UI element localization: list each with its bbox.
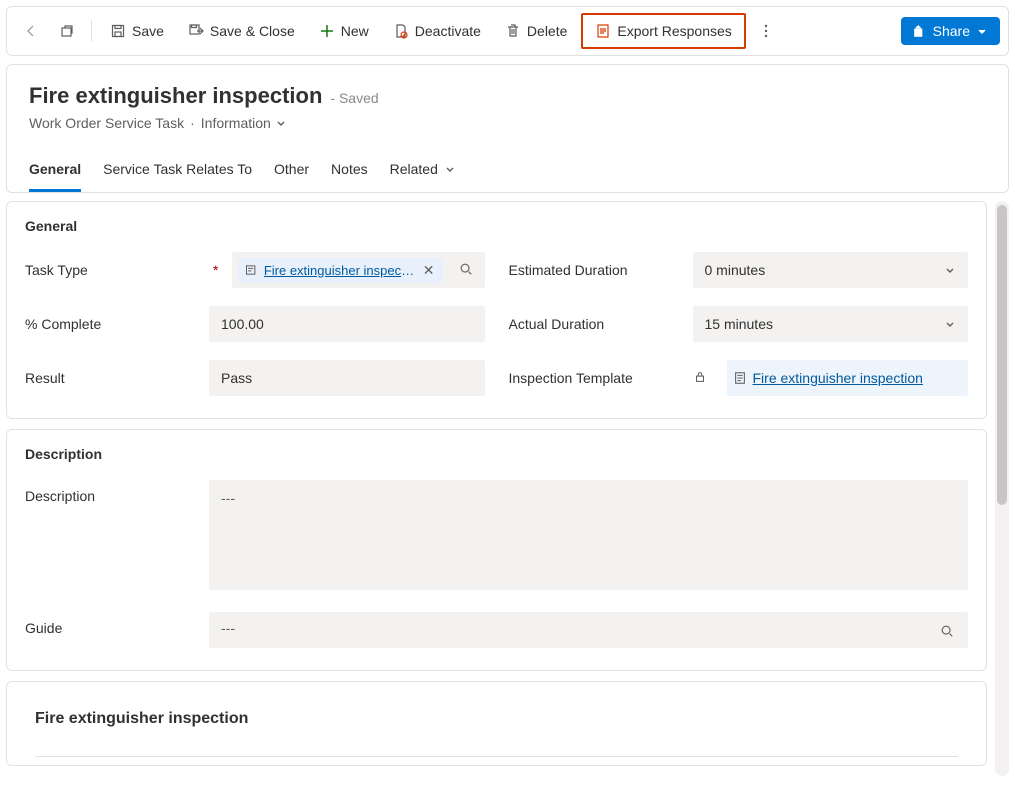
chevron-down-icon: [976, 25, 988, 37]
chevron-down-icon: [944, 318, 956, 330]
guide-field[interactable]: ---: [209, 612, 968, 648]
est-duration-field[interactable]: 0 minutes: [693, 252, 969, 288]
label-est-duration: Estimated Duration: [509, 262, 679, 278]
tab-related[interactable]: Related: [390, 153, 456, 192]
share-icon: [913, 24, 927, 38]
chevron-down-icon: [275, 117, 287, 129]
pdf-icon: [595, 23, 611, 39]
percent-complete-field[interactable]: [209, 306, 485, 342]
section-description: Description Description --- Guide ---: [6, 429, 987, 671]
chevron-down-icon: [444, 163, 456, 175]
inspection-template-lookup[interactable]: Fire extinguisher inspection: [727, 360, 969, 396]
scrollbar-thumb[interactable]: [997, 205, 1007, 505]
tab-notes[interactable]: Notes: [331, 153, 368, 192]
label-percent-complete: % Complete: [25, 316, 195, 332]
deactivate-button[interactable]: Deactivate: [383, 17, 491, 45]
new-button[interactable]: New: [309, 17, 379, 45]
template-icon: [733, 371, 747, 385]
arrow-left-icon: [23, 23, 39, 39]
tab-general[interactable]: General: [29, 153, 81, 192]
popout-button[interactable]: [51, 17, 83, 45]
more-vertical-icon: [758, 23, 774, 39]
page-title: Fire extinguisher inspection: [29, 83, 322, 109]
chevron-down-icon: [944, 264, 956, 276]
actual-duration-field[interactable]: 15 minutes: [693, 306, 969, 342]
entity-icon: [244, 263, 257, 277]
trash-icon: [505, 23, 521, 39]
result-field[interactable]: [209, 360, 485, 396]
deactivate-icon: [393, 23, 409, 39]
search-icon[interactable]: [453, 258, 479, 283]
export-responses-highlight: Export Responses: [581, 13, 745, 49]
divider: [91, 20, 92, 42]
label-description: Description: [25, 480, 195, 504]
delete-button[interactable]: Delete: [495, 17, 577, 45]
search-icon[interactable]: [934, 620, 960, 645]
entity-name: Work Order Service Task: [29, 115, 184, 131]
required-indicator: *: [213, 262, 218, 278]
form-selector[interactable]: Information: [201, 115, 287, 131]
plus-icon: [319, 23, 335, 39]
save-button[interactable]: Save: [100, 17, 174, 45]
back-button[interactable]: [15, 17, 47, 45]
divider: [35, 756, 958, 757]
inspection-template-link[interactable]: Fire extinguisher inspection: [753, 370, 923, 386]
detail-title: Fire extinguisher inspection: [35, 710, 958, 728]
overflow-button[interactable]: [750, 17, 782, 45]
task-type-chip: Fire extinguisher inspection ✕: [238, 258, 442, 283]
lock-icon: [693, 370, 707, 387]
popout-icon: [59, 23, 75, 39]
label-task-type: Task Type: [25, 262, 195, 278]
save-icon: [110, 23, 126, 39]
tab-relates-to[interactable]: Service Task Relates To: [103, 153, 252, 192]
tab-strip: General Service Task Relates To Other No…: [29, 153, 986, 192]
export-responses-button[interactable]: Export Responses: [585, 17, 741, 45]
clear-task-type[interactable]: ✕: [421, 262, 437, 279]
save-close-icon: [188, 23, 204, 39]
section-general: General Task Type * Fire extinguisher in…: [6, 201, 987, 419]
description-field[interactable]: ---: [209, 480, 968, 590]
section-heading: Description: [25, 446, 968, 462]
command-bar: Save Save & Close New Deactivate Delete …: [6, 6, 1009, 56]
save-close-button[interactable]: Save & Close: [178, 17, 305, 45]
label-result: Result: [25, 370, 195, 386]
label-actual-duration: Actual Duration: [509, 316, 679, 332]
scrollbar[interactable]: [995, 201, 1009, 776]
section-heading: General: [25, 218, 968, 234]
tab-other[interactable]: Other: [274, 153, 309, 192]
share-button[interactable]: Share: [901, 17, 1000, 45]
record-header: Fire extinguisher inspection - Saved Wor…: [6, 64, 1009, 193]
section-inspection-detail: Fire extinguisher inspection: [6, 681, 987, 766]
save-status: - Saved: [330, 90, 378, 106]
label-inspection-template: Inspection Template: [509, 370, 679, 386]
task-type-lookup[interactable]: Fire extinguisher inspection ✕: [232, 252, 484, 288]
task-type-link[interactable]: Fire extinguisher inspection: [264, 263, 415, 278]
label-guide: Guide: [25, 612, 195, 636]
